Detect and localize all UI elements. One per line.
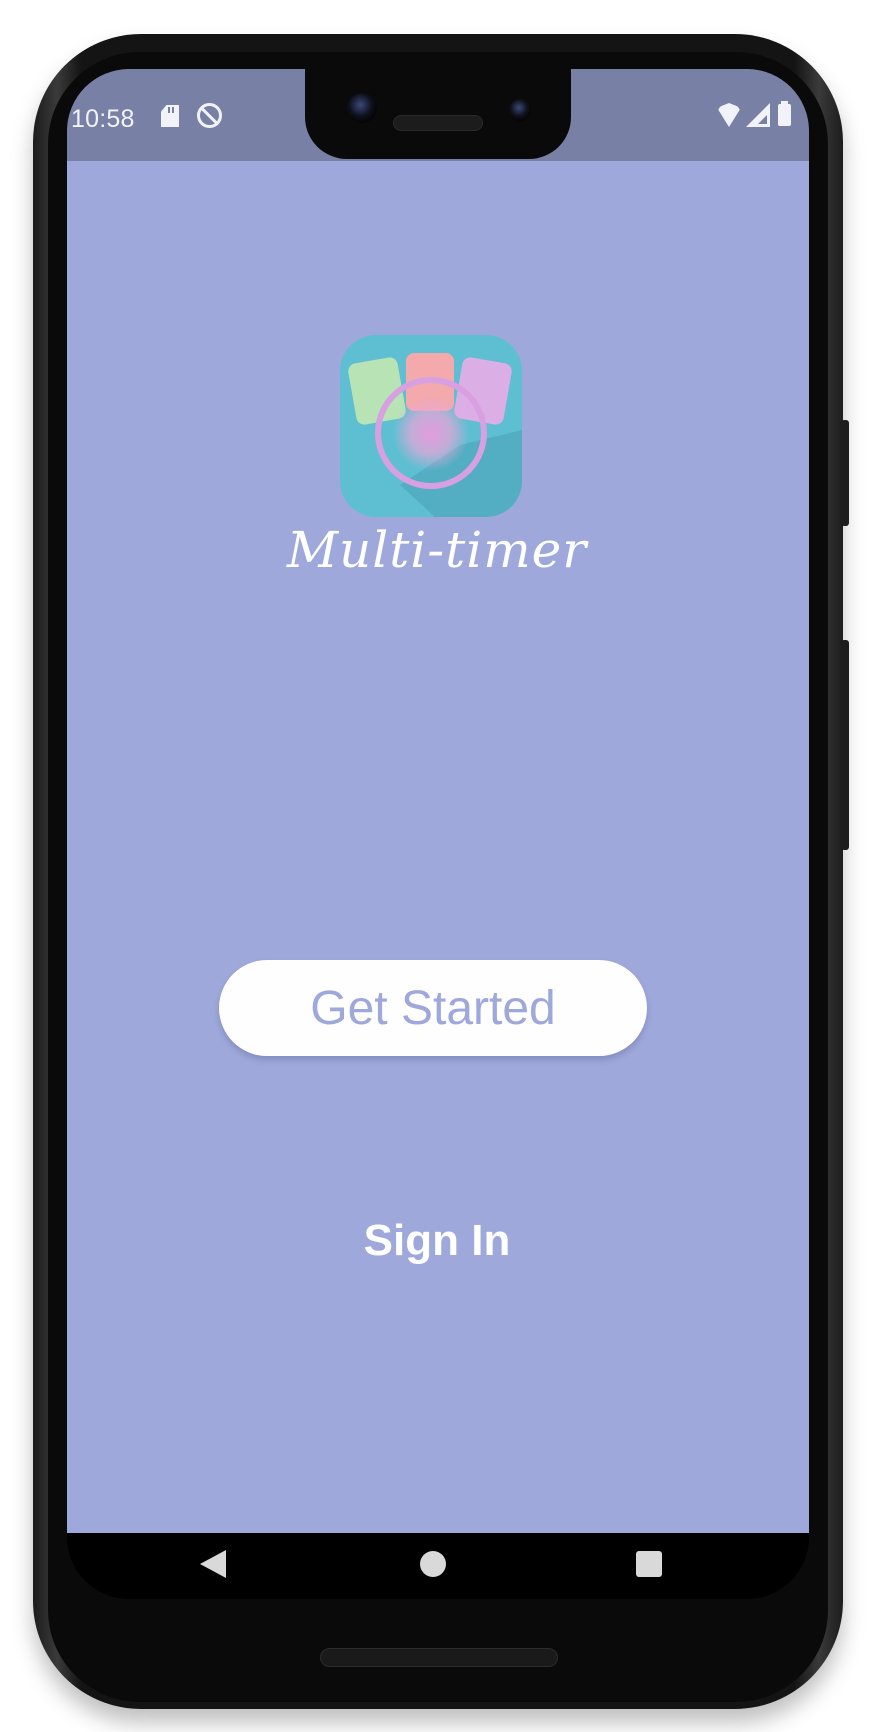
sd-card-icon xyxy=(161,105,179,127)
front-sensor-icon xyxy=(509,99,531,121)
wifi-icon xyxy=(717,103,741,127)
get-started-button[interactable]: Get Started xyxy=(219,960,647,1056)
speaker-grille xyxy=(320,1648,558,1667)
device-screen: 10:58 Multi-timer Get Started Sign In xyxy=(67,69,809,1599)
navigation-bar xyxy=(67,1533,809,1599)
multi-timer-app-icon xyxy=(340,335,522,517)
earpiece-speaker xyxy=(393,115,483,131)
power-button xyxy=(841,420,849,526)
camera-notch xyxy=(305,69,571,159)
welcome-screen: Multi-timer Get Started Sign In xyxy=(67,161,809,1533)
recents-icon[interactable] xyxy=(636,1551,662,1577)
front-camera-icon xyxy=(347,93,377,123)
sign-in-link[interactable]: Sign In xyxy=(287,1211,587,1271)
status-time: 10:58 xyxy=(71,105,135,133)
battery-icon xyxy=(778,101,791,126)
signal-icon xyxy=(746,103,770,127)
app-title: Multi-timer xyxy=(286,521,588,579)
home-icon[interactable] xyxy=(420,1551,446,1577)
volume-button xyxy=(841,640,849,850)
do-not-disturb-icon xyxy=(197,103,222,128)
status-bar: 10:58 xyxy=(67,69,809,161)
back-icon[interactable] xyxy=(200,1550,226,1578)
